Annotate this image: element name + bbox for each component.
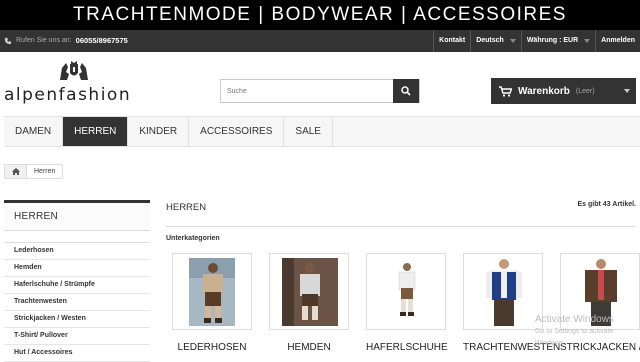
windows-watermark: Activate Windows Go to Settings to activ… [535, 314, 640, 350]
product-image[interactable] [172, 253, 252, 330]
chevron-down-icon [624, 89, 630, 93]
subcategory-caption[interactable]: LEDERHOSEN [172, 342, 252, 353]
sidebar-list: Lederhosen Hemden Haferlschuhe / Strümpf… [4, 242, 150, 362]
tab-kinder[interactable]: KINDER [128, 117, 190, 146]
product-image[interactable] [366, 253, 446, 330]
currency-selector[interactable]: Währung : EUR [520, 30, 595, 52]
watermark-subtitle: Go to Settings to activate Windows. [535, 328, 614, 347]
breadcrumb-current: Herren [34, 168, 56, 175]
search-button[interactable] [393, 79, 419, 103]
logo-text: alpenfashion [4, 85, 132, 105]
cart-button[interactable]: Warenkorb (Leer) [491, 78, 636, 104]
main-nav: DAMEN HERREN KINDER ACCESSOIRES SALE [4, 116, 640, 147]
phone-info: Rufen Sie uns an: 06055/8967575 [4, 30, 128, 52]
product-count: Es gibt 43 Artikel. [577, 201, 636, 208]
sidebar-item-strickjacken[interactable]: Strickjacken / Westen [4, 311, 150, 328]
contact-label: Kontakt [439, 37, 466, 44]
search-box [220, 79, 420, 103]
login-link[interactable]: Anmelden [595, 30, 640, 52]
category-sidebar: HERREN Lederhosen Hemden Haferlschuhe / … [4, 200, 150, 362]
product-image[interactable] [463, 253, 543, 330]
sidebar-item-tshirt[interactable]: T-Shirt/ Pullover [4, 328, 150, 345]
sidebar-item-lederhosen[interactable]: Lederhosen [4, 243, 150, 260]
breadcrumb: Herren [4, 164, 64, 179]
language-label: Deutsch [476, 37, 504, 44]
page-title: HERREN [166, 200, 636, 227]
currency-label: Währung : EUR [526, 37, 579, 44]
subcategory-card[interactable]: LEDERHOSEN [172, 253, 252, 353]
phone-number[interactable]: 06055/8967575 [76, 30, 128, 52]
subcategory-card[interactable]: TRACHTENWESTEN [463, 253, 560, 353]
crest-icon [60, 61, 88, 80]
product-photo [398, 263, 416, 316]
sidebar-item-haferlschuhe[interactable]: Haferlschuhe / Strümpfe [4, 277, 150, 294]
tab-damen[interactable]: DAMEN [4, 117, 64, 146]
breadcrumb-home[interactable] [5, 165, 27, 178]
sidebar-item-hut[interactable]: Hut / Accessoires [4, 345, 150, 362]
cart-label: Warenkorb [518, 85, 570, 97]
site-logo[interactable]: alpenfashion [4, 60, 144, 110]
tab-sale[interactable]: SALE [284, 117, 333, 146]
product-image[interactable] [269, 253, 349, 330]
chevron-down-icon [584, 39, 591, 43]
language-selector[interactable]: Deutsch [470, 30, 521, 52]
product-photo [486, 259, 522, 326]
phone-label: Rufen Sie uns an: [16, 37, 72, 44]
product-photo [282, 258, 338, 326]
sidebar-title: HERREN [4, 200, 150, 231]
product-photo [189, 258, 235, 326]
subcategory-caption[interactable]: HEMDEN [269, 342, 349, 353]
chevron-down-icon [509, 39, 516, 43]
sidebar-item-trachtenwesten[interactable]: Trachtenwesten [4, 294, 150, 311]
subcategory-card[interactable]: HEMDEN [269, 253, 349, 353]
search-icon [401, 86, 411, 96]
login-label: Anmelden [601, 37, 635, 44]
subcategory-caption[interactable]: HAFERLSCHUHE [366, 342, 448, 353]
tab-accessoires[interactable]: ACCESSOIRES [189, 117, 285, 146]
header: alpenfashion Warenkorb (Leer) [0, 52, 640, 116]
search-input[interactable] [221, 80, 393, 103]
watermark-title: Activate Windows [535, 314, 614, 325]
tab-herren[interactable]: HERREN [63, 117, 129, 146]
contact-link[interactable]: Kontakt [433, 30, 470, 52]
cart-icon [499, 85, 512, 97]
subcategory-card[interactable]: HAFERLSCHUHE [366, 253, 448, 353]
top-bar: Rufen Sie uns an: 06055/8967575 Kontakt … [0, 30, 640, 52]
phone-icon [4, 37, 12, 45]
promo-banner: TRACHTENMODE | BODYWEAR | ACCESSOIRES [0, 0, 640, 30]
home-icon [11, 168, 20, 175]
sidebar-item-hemden[interactable]: Hemden [4, 260, 150, 277]
subcategory-caption[interactable]: TRACHTENWESTEN [463, 342, 560, 353]
subcategories-label: Unterkategorien [166, 235, 220, 242]
cart-status: (Leer) [575, 87, 595, 95]
